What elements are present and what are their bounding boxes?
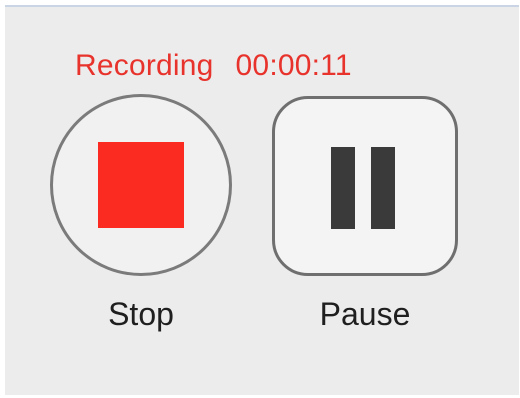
pause-bar-right-icon — [371, 147, 395, 229]
pause-button[interactable] — [272, 96, 458, 276]
recording-label: Recording — [75, 49, 214, 82]
stop-square-icon — [98, 142, 184, 228]
pause-label: Pause — [319, 296, 411, 332]
stop-label: Stop — [108, 296, 174, 332]
pause-bar-left-icon — [331, 147, 355, 229]
recording-status: Recording 00:00:11 — [75, 49, 352, 83]
stop-button[interactable] — [50, 94, 232, 276]
elapsed-time: 00:00:11 — [235, 49, 352, 82]
